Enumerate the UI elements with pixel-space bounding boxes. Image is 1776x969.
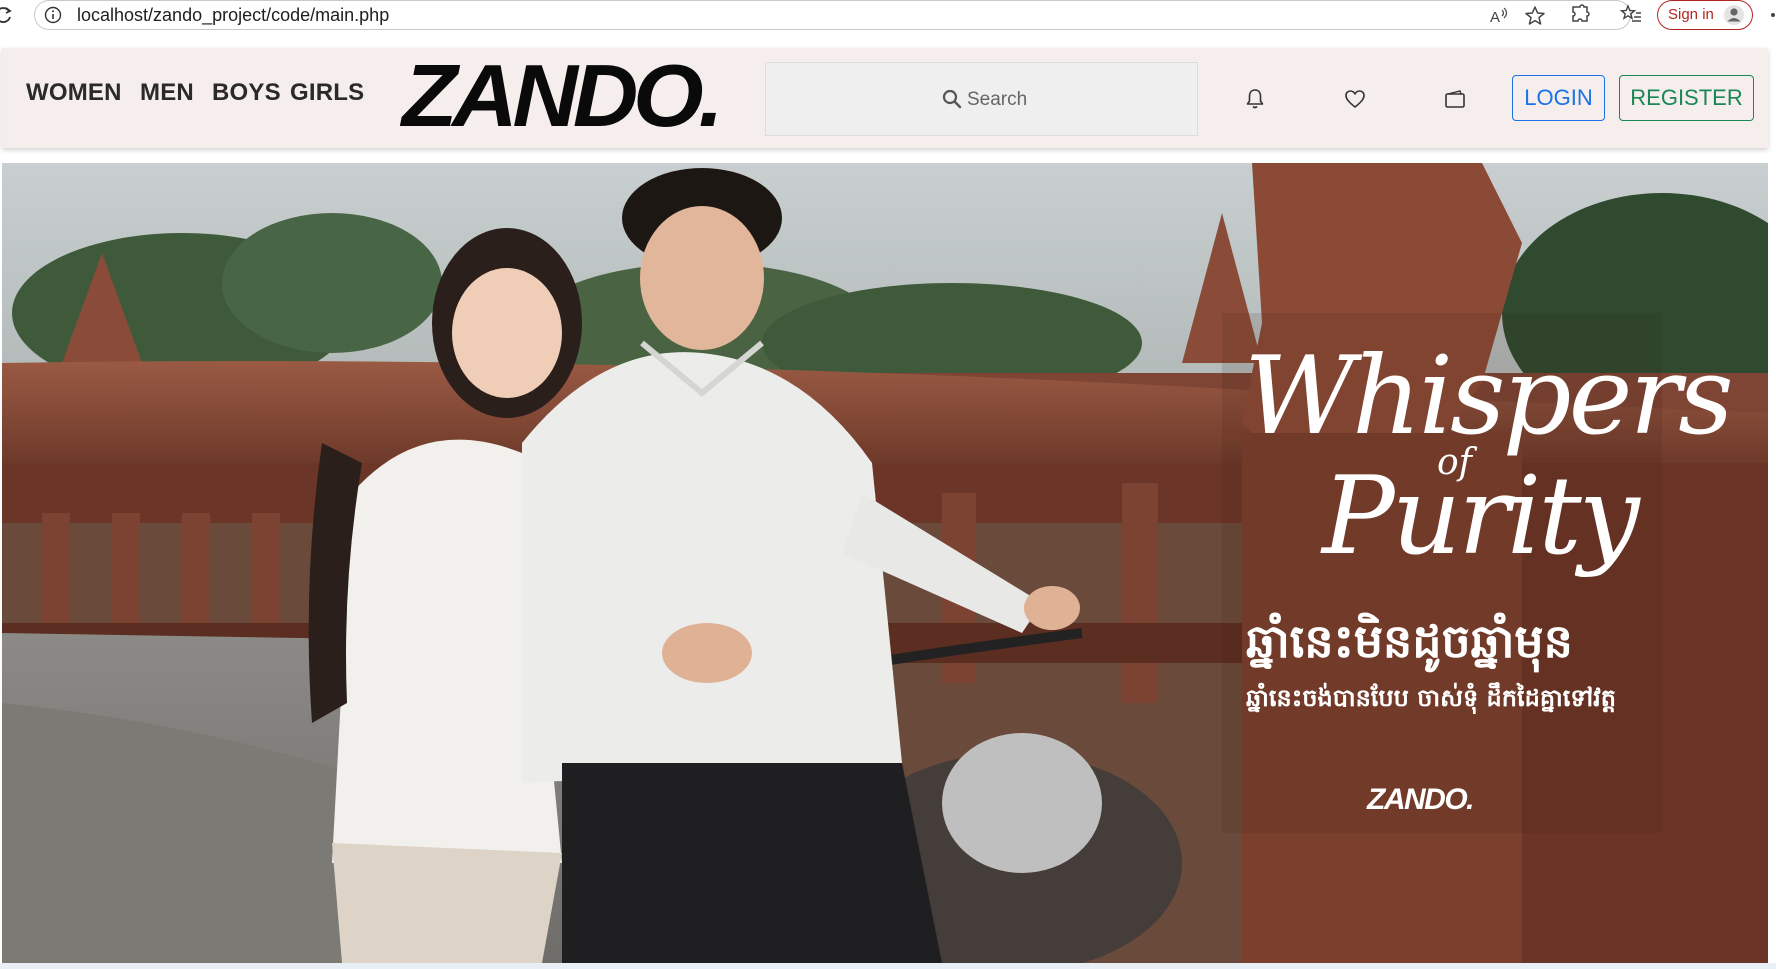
register-button[interactable]: REGISTER bbox=[1619, 75, 1754, 121]
wallet-icon[interactable] bbox=[1443, 87, 1467, 111]
address-bar[interactable]: localhost/zando_project/code/main.php A bbox=[34, 0, 1631, 30]
login-button[interactable]: LOGIN bbox=[1512, 75, 1605, 121]
site-info-icon[interactable] bbox=[44, 6, 62, 24]
hero-brand-logo: ZANDO. bbox=[1367, 783, 1475, 816]
browser-toolbar: localhost/zando_project/code/main.php A … bbox=[0, 0, 1776, 34]
nav-men[interactable]: MEN bbox=[140, 79, 194, 107]
site-logo[interactable]: ZANDO. bbox=[402, 52, 724, 140]
url-text[interactable]: localhost/zando_project/code/main.php bbox=[77, 5, 389, 26]
favorite-star-icon[interactable] bbox=[1523, 4, 1547, 28]
nav-girls[interactable]: GIRLS bbox=[290, 79, 364, 107]
nav-boys[interactable]: BOYS bbox=[212, 79, 281, 107]
hero-khmer-headline: ឆ្នាំនេះមិនដូចឆ្នាំមុន bbox=[1246, 614, 1573, 668]
search-icon bbox=[942, 89, 962, 109]
browser-menu-icon[interactable] bbox=[1771, 13, 1775, 17]
browser-sign-in-button[interactable]: Sign in bbox=[1657, 0, 1753, 30]
favorites-list-icon[interactable] bbox=[1619, 3, 1643, 27]
nav-women[interactable]: WOMEN bbox=[26, 79, 122, 107]
reload-icon[interactable] bbox=[0, 5, 14, 25]
hero-title-whispers: Whispers bbox=[1244, 334, 1734, 459]
search-placeholder: Search bbox=[967, 89, 1028, 110]
extensions-icon[interactable] bbox=[1568, 3, 1592, 27]
read-aloud-icon[interactable]: A bbox=[1487, 4, 1511, 28]
page-bottom-edge bbox=[0, 963, 1776, 969]
bell-icon[interactable] bbox=[1243, 87, 1267, 111]
search-input[interactable]: Search bbox=[765, 62, 1198, 136]
sign-in-label: Sign in bbox=[1668, 6, 1714, 23]
profile-icon bbox=[1724, 5, 1744, 25]
heart-icon[interactable] bbox=[1343, 87, 1367, 111]
site-header: WOMEN MEN BOYS GIRLS ZANDO. Search LOGIN… bbox=[2, 48, 1768, 148]
hero-khmer-subline: ឆ្នាំនេះចង់បានបែប ចាស់ទុំ ដឹកដៃគ្នាទៅវត្… bbox=[1246, 684, 1617, 712]
hero-banner[interactable]: Whispers of Purity ឆ្នាំនេះមិនដូចឆ្នាំមុ… bbox=[2, 163, 1768, 963]
svg-text:A: A bbox=[1490, 9, 1500, 26]
hero-title-purity: Purity bbox=[1322, 454, 1640, 579]
